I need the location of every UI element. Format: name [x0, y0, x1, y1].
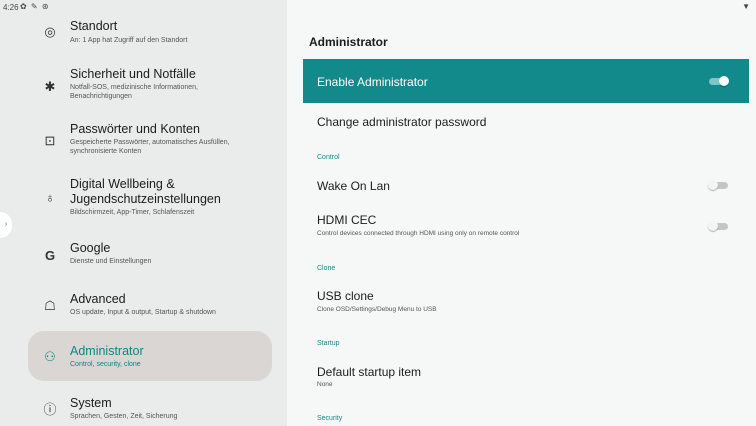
change-password-item[interactable]: Change administrator password — [317, 115, 486, 129]
enable-administrator-label: Enable Administrator — [317, 75, 428, 89]
drag-handle[interactable]: › — [0, 212, 12, 238]
info-icon: ⓘ — [43, 402, 57, 417]
sidebar-item-subtitle: Notfall-SOS, medizinische Informationen,… — [70, 84, 198, 100]
status-bar: 4:26 ✿ ✎ ⊛ ▼ — [0, 0, 756, 16]
admin-icon: ⚇ — [44, 349, 56, 364]
wifi-icon: ▼ — [742, 2, 750, 11]
clock: 4:26 — [3, 3, 19, 12]
wake-on-lan-toggle[interactable] — [708, 179, 730, 191]
sidebar-item-administrator[interactable]: ⚇ Administrator Control, security, clone — [28, 331, 272, 381]
notification-icons: ✿ ✎ ⊛ — [20, 2, 50, 11]
sidebar-item-subtitle: Sprachen, Gesten, Zeit, Sicherung — [70, 413, 178, 420]
sidebar-item-google[interactable]: G Google Dienste und Einstellungen — [28, 236, 272, 274]
sidebar-item-subtitle: Gespeicherte Passwörter, automatisches A… — [70, 139, 230, 155]
sidebar-item-title: Google — [70, 241, 111, 255]
hdmi-cec-description: Control devices connected through HDMI u… — [317, 230, 520, 237]
page-title: Administrator — [309, 35, 388, 49]
usb-clone-item[interactable]: USB clone — [317, 289, 374, 303]
category-security: Security — [317, 415, 343, 422]
sidebar-item-title: System — [70, 396, 112, 410]
sidebar-item-title: Administrator — [70, 344, 144, 358]
sidebar-item-subtitle: Dienste und Einstellungen — [70, 258, 152, 265]
enable-administrator-toggle[interactable] — [707, 75, 729, 87]
sidebar-item-sicherheit[interactable]: ✱ Sicherheit und Notfälle Notfall-SOS, m… — [28, 63, 272, 111]
sidebar-item-title: Advanced — [70, 292, 126, 306]
sidebar-item-digital-wellbeing[interactable]: ♁ Digital Wellbeing & Jugendschutzeinste… — [28, 172, 272, 224]
toggle-thumb — [719, 76, 729, 86]
sidebar-item-title: Passwörter und Konten — [70, 122, 200, 136]
asterisk-icon: ✱ — [44, 79, 56, 94]
sidebar-item-passwoerter[interactable]: ⊡ Passwörter und Konten Gespeicherte Pas… — [28, 117, 272, 163]
hdmi-cec-item[interactable]: HDMI CEC — [317, 213, 376, 227]
toggle-thumb — [708, 180, 718, 190]
sidebar-item-title: Sicherheit und Notfälle — [70, 67, 196, 81]
usb-clone-description: Clone OSD/Settings/Debug Menu to USB — [317, 306, 437, 313]
sidebar-item-system[interactable]: ⓘ System Sprachen, Gesten, Zeit, Sicheru… — [28, 390, 272, 424]
category-clone: Clone — [317, 265, 336, 272]
settings-sidebar: ◎ Standort An: 1 App hat Zugriff auf den… — [0, 0, 287, 426]
sidebar-item-subtitle: Bildschirmzeit, App-Timer, Schlafenszeit — [70, 209, 195, 216]
sidebar-item-advanced[interactable]: ☖ Advanced OS update, Input & output, St… — [28, 287, 272, 325]
sidebar-item-subtitle: Control, security, clone — [70, 361, 141, 368]
sidebar-item-subtitle: An: 1 App hat Zugriff auf den Standort — [70, 37, 188, 44]
default-startup-value: None — [317, 381, 333, 388]
sidebar-item-title: Digital Wellbeing & Jugendschutzeinstell… — [70, 177, 221, 206]
home-icon: ☖ — [44, 298, 56, 313]
sidebar-item-subtitle: OS update, Input & output, Startup & shu… — [70, 309, 216, 316]
google-icon: G — [44, 248, 56, 263]
wellbeing-icon: ♁ — [45, 190, 55, 205]
password-icon: ⊡ — [44, 133, 56, 148]
category-startup: Startup — [317, 340, 340, 347]
sidebar-item-standort[interactable]: ◎ Standort An: 1 App hat Zugriff auf den… — [28, 14, 272, 54]
location-pin-icon: ◎ — [44, 24, 56, 39]
administrator-panel: Administrator Enable Administrator Chang… — [287, 0, 756, 426]
enable-administrator-row[interactable]: Enable Administrator — [303, 59, 749, 103]
default-startup-item[interactable]: Default startup item — [317, 365, 421, 379]
sidebar-item-title: Standort — [70, 19, 118, 33]
category-control: Control — [317, 154, 340, 161]
toggle-thumb — [708, 221, 718, 231]
hdmi-cec-toggle[interactable] — [708, 220, 730, 232]
wake-on-lan-item[interactable]: Wake On Lan — [317, 179, 390, 193]
